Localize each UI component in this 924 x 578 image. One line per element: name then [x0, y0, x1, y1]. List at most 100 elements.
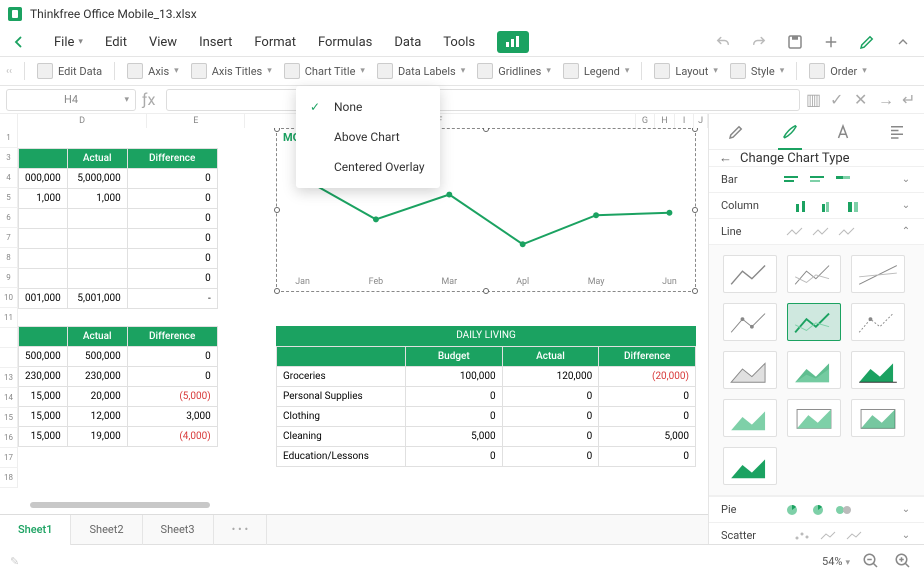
line-variant-11[interactable]	[851, 399, 905, 437]
tool-layout[interactable]: Layout	[654, 63, 717, 79]
menu-tools[interactable]: Tools	[443, 35, 475, 50]
row-number[interactable]: 18	[0, 468, 18, 488]
menu-data[interactable]: Data	[394, 35, 421, 50]
menu-formulas[interactable]: Formulas	[318, 35, 372, 50]
chevron-down-icon[interactable]: ⌄	[900, 174, 912, 185]
enter-icon[interactable]: ↵	[902, 90, 918, 110]
line-variant-0[interactable]	[723, 255, 777, 293]
zoom-value[interactable]: 54%	[822, 555, 850, 568]
sidebar-tab-text-icon[interactable]	[831, 120, 855, 144]
row-number[interactable]: 17	[0, 448, 18, 468]
row-number[interactable]: 8	[0, 248, 18, 268]
line-variant-7[interactable]	[787, 351, 841, 389]
table-row[interactable]: 001,0005,001,000-	[19, 289, 218, 309]
chevron-down-icon[interactable]: ⌄	[900, 200, 912, 211]
chart-cat-column[interactable]: Column ⌄	[709, 192, 924, 218]
table-row[interactable]: 0	[19, 209, 218, 229]
tool-order[interactable]: Order	[809, 63, 867, 79]
table-row[interactable]: 230,000230,0000	[19, 367, 218, 387]
redo-icon[interactable]	[748, 31, 770, 53]
fx-icon[interactable]: ƒx	[142, 90, 160, 109]
tool-data-labels[interactable]: Data Labels	[377, 63, 465, 79]
table-row[interactable]: Personal Supplies000	[277, 387, 696, 407]
menu-format[interactable]: Format	[254, 35, 296, 50]
tool-gridlines[interactable]: Gridlines	[477, 63, 551, 79]
tool-axis-titles[interactable]: Axis Titles	[191, 63, 272, 79]
formula-input[interactable]	[166, 89, 800, 111]
line-variant-12[interactable]	[723, 447, 777, 485]
sidebar-back-icon[interactable]: ←	[719, 150, 732, 166]
dropdown-above-chart[interactable]: Above Chart	[296, 122, 440, 152]
sheet-tab-3[interactable]: Sheet3	[143, 515, 214, 545]
sheet-tab-2[interactable]: Sheet2	[71, 515, 142, 545]
menu-edit[interactable]: Edit	[105, 35, 127, 50]
chevron-down-icon[interactable]: ⌄	[900, 530, 912, 541]
table-row[interactable]: Clothing000	[277, 407, 696, 427]
row-number[interactable]: 4	[0, 168, 18, 188]
sheet-tab-1[interactable]: Sheet1	[0, 515, 71, 545]
chart-cat-pie[interactable]: Pie ⌄	[709, 496, 924, 522]
line-variant-8[interactable]	[851, 351, 905, 389]
sidebar-tab-brush-icon[interactable]	[778, 114, 802, 150]
zoom-in-icon[interactable]	[894, 552, 914, 572]
row-number[interactable]: 7	[0, 228, 18, 248]
table-row[interactable]: 1,0001,0000	[19, 189, 218, 209]
line-variant-3[interactable]	[723, 303, 777, 341]
cancel-icon[interactable]: ✕	[854, 90, 870, 110]
col-header[interactable]: H	[655, 114, 675, 128]
sidebar-tab-align-icon[interactable]	[885, 120, 909, 144]
tool-style[interactable]: Style	[730, 63, 784, 79]
table-row[interactable]: 0	[19, 229, 218, 249]
row-number[interactable]: 9	[0, 268, 18, 288]
tool-legend[interactable]: Legend	[563, 63, 630, 79]
row-number[interactable]: 10	[0, 288, 18, 308]
chart-context-tab[interactable]	[497, 31, 529, 53]
line-variant-1[interactable]	[787, 255, 841, 293]
back-icon[interactable]	[10, 33, 32, 51]
table-row[interactable]: Groceries100,000120,000(20,000)	[277, 367, 696, 387]
dropdown-none[interactable]: ✓ None	[296, 92, 440, 122]
tool-edit-data[interactable]: Edit Data	[37, 63, 102, 79]
row-number[interactable]: 13	[0, 368, 18, 388]
table-row[interactable]: 000,0005,000,0000	[19, 169, 218, 189]
line-variant-10[interactable]	[787, 399, 841, 437]
table-row[interactable]: Cleaning5,00005,000	[277, 427, 696, 447]
table-row[interactable]: 15,00019,000(4,000)	[19, 427, 218, 447]
chevron-up-icon[interactable]: ⌃	[900, 226, 912, 237]
dropdown-centered-overlay[interactable]: Centered Overlay	[296, 152, 440, 182]
table-row[interactable]: 0	[19, 269, 218, 289]
table-row[interactable]: Education/Lessons000	[277, 447, 696, 467]
row-number[interactable]	[0, 328, 18, 348]
tool-chart-title[interactable]: Chart Title	[284, 63, 365, 79]
table-row[interactable]: 15,00020,000(5,000)	[19, 387, 218, 407]
col-header[interactable]: J	[694, 114, 708, 128]
row-number[interactable]: 5	[0, 188, 18, 208]
row-number[interactable]: 16	[0, 428, 18, 448]
col-header[interactable]: D	[18, 114, 148, 128]
menu-file[interactable]: File	[54, 35, 83, 50]
confirm-icon[interactable]: ✓	[830, 90, 846, 110]
menu-insert[interactable]: Insert	[199, 35, 232, 50]
row-number[interactable]: 15	[0, 408, 18, 428]
edit-icon[interactable]	[856, 31, 878, 53]
row-number[interactable]: 1	[0, 128, 18, 148]
undo-icon[interactable]	[712, 31, 734, 53]
row-number[interactable]: 6	[0, 208, 18, 228]
chart-mini-icon[interactable]: ▥	[806, 90, 822, 110]
zoom-out-icon[interactable]	[862, 552, 882, 572]
collapse-icon[interactable]	[892, 31, 914, 53]
col-header[interactable]: I	[675, 114, 695, 128]
next-icon[interactable]: →	[878, 90, 894, 110]
cell-reference[interactable]: H4	[6, 89, 136, 111]
line-variant-9[interactable]	[723, 399, 777, 437]
line-variant-4[interactable]	[787, 303, 841, 341]
save-icon[interactable]	[784, 31, 806, 53]
line-variant-2[interactable]	[851, 255, 905, 293]
table-row[interactable]: 500,000500,0000	[19, 347, 218, 367]
col-header[interactable]: G	[636, 114, 656, 128]
menu-view[interactable]: View	[149, 35, 177, 50]
row-number[interactable]: 11	[0, 308, 18, 328]
add-icon[interactable]	[820, 31, 842, 53]
tool-axis[interactable]: Axis	[127, 63, 179, 79]
table-row[interactable]: 15,00012,0003,000	[19, 407, 218, 427]
